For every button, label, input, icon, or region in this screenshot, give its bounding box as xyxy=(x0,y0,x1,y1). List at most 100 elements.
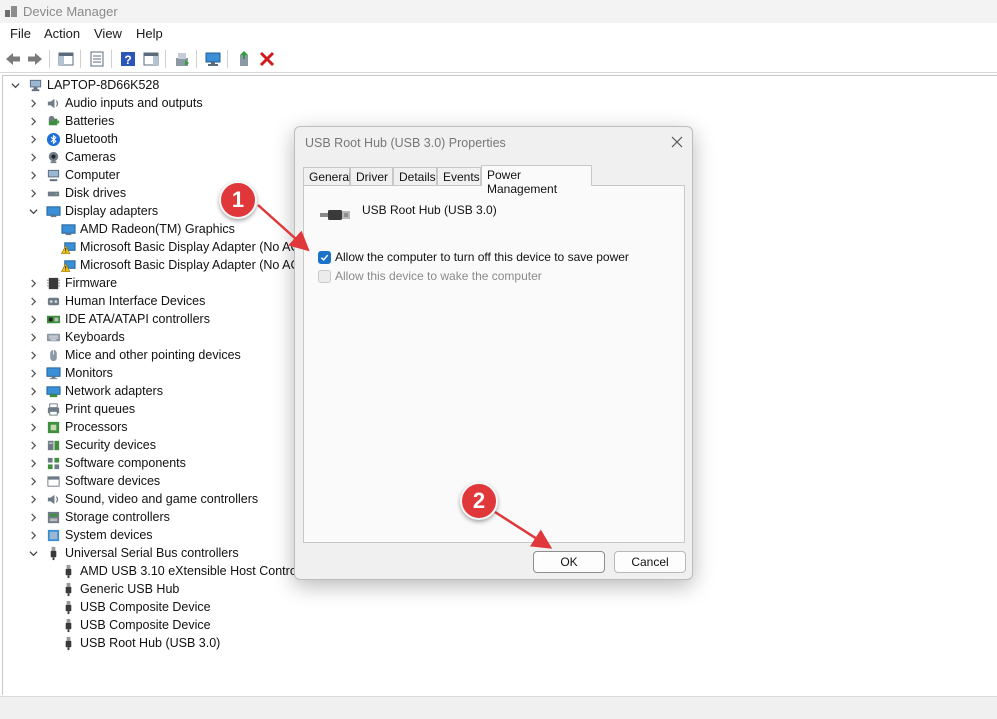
menu-help[interactable]: Help xyxy=(136,26,163,41)
tree-category[interactable]: Processors xyxy=(27,418,128,436)
chevron-right-icon[interactable] xyxy=(27,511,39,523)
chevron-right-icon[interactable] xyxy=(27,115,39,127)
device-manager-icon xyxy=(5,6,17,17)
tree-device[interactable]: AMD USB 3.10 eXtensible Host Controller xyxy=(46,562,313,580)
back-button[interactable] xyxy=(3,49,23,69)
chevron-right-icon[interactable] xyxy=(27,187,39,199)
add-driver-button[interactable] xyxy=(234,49,254,69)
tree-category[interactable]: Software devices xyxy=(27,472,160,490)
tree-device[interactable]: USB Composite Device xyxy=(46,598,211,616)
tab-general[interactable]: General xyxy=(303,167,352,185)
uninstall-device-button[interactable] xyxy=(257,49,277,69)
chevron-down-icon[interactable] xyxy=(27,547,39,559)
tree-category[interactable]: Print queues xyxy=(27,400,135,418)
menu-file[interactable]: File xyxy=(10,26,31,41)
display-adapter-icon xyxy=(45,203,61,219)
tree-category[interactable]: Computer xyxy=(27,166,120,184)
properties-icon xyxy=(90,51,104,67)
tree-item-label: Network adapters xyxy=(65,384,163,398)
chevron-down-icon[interactable] xyxy=(27,205,39,217)
tree-category[interactable]: Cameras xyxy=(27,148,116,166)
tree-category[interactable]: Security devices xyxy=(27,436,156,454)
tree-item-label: USB Composite Device xyxy=(80,600,211,614)
tree-category[interactable]: System devices xyxy=(27,526,153,544)
tree-category[interactable]: IDE ATA/ATAPI controllers xyxy=(27,310,210,328)
allow-turn-off-option[interactable]: Allow the computer to turn off this devi… xyxy=(318,250,629,264)
tree-item-label: Disk drives xyxy=(65,186,127,200)
chevron-right-icon[interactable] xyxy=(27,403,39,415)
allow-turn-off-checkbox[interactable] xyxy=(318,250,331,264)
tree-item-label: Software devices xyxy=(65,474,161,488)
add-driver-icon xyxy=(240,51,248,66)
tree-root[interactable]: LAPTOP-8D66K528 xyxy=(9,76,159,94)
tree-item-label: Audio inputs and outputs xyxy=(65,96,203,110)
chevron-right-icon[interactable] xyxy=(27,349,39,361)
chevron-right-icon[interactable] xyxy=(27,439,39,451)
chevron-right-icon[interactable] xyxy=(27,313,39,325)
tree-category[interactable]: Display adapters xyxy=(27,202,158,220)
tree-device[interactable]: Generic USB Hub xyxy=(46,580,179,598)
properties-button[interactable] xyxy=(87,49,107,69)
tree-category[interactable]: Sound, video and game controllers xyxy=(27,490,258,508)
chevron-right-icon[interactable] xyxy=(27,331,39,343)
tree-category[interactable]: Audio inputs and outputs xyxy=(27,94,203,112)
tree-category[interactable]: Monitors xyxy=(27,364,113,382)
tree-category[interactable]: Bluetooth xyxy=(27,130,118,148)
chevron-right-icon[interactable] xyxy=(27,493,39,505)
tree-category[interactable]: Keyboards xyxy=(27,328,125,346)
usb-icon xyxy=(45,545,61,561)
back-arrow-icon xyxy=(6,53,20,65)
chevron-right-icon[interactable] xyxy=(27,529,39,541)
action-pane-button[interactable] xyxy=(141,49,161,69)
allow-wake-option: Allow this device to wake the computer xyxy=(318,269,542,283)
tree-category[interactable]: Storage controllers xyxy=(27,508,170,526)
scan-hardware-button[interactable] xyxy=(203,49,223,69)
menu-action[interactable]: Action xyxy=(44,26,80,41)
tree-device[interactable]: AMD Radeon(TM) Graphics xyxy=(46,220,235,238)
chevron-right-icon[interactable] xyxy=(27,169,39,181)
dialog-close-button[interactable] xyxy=(668,133,686,151)
tree-category[interactable]: Mice and other pointing devices xyxy=(27,346,241,364)
tree-category[interactable]: Human Interface Devices xyxy=(27,292,205,310)
remove-x-icon xyxy=(259,51,275,67)
tab-details[interactable]: Details xyxy=(393,167,437,185)
chevron-right-icon[interactable] xyxy=(27,295,39,307)
chevron-right-icon[interactable] xyxy=(27,421,39,433)
chevron-right-icon[interactable] xyxy=(27,97,39,109)
keyboard-icon xyxy=(45,329,61,345)
forward-button[interactable] xyxy=(25,49,45,69)
tree-category[interactable]: Universal Serial Bus controllers xyxy=(27,544,239,562)
tree-category[interactable]: Disk drives xyxy=(27,184,126,202)
tree-category[interactable]: Firmware xyxy=(27,274,117,292)
tree-category[interactable]: Batteries xyxy=(27,112,114,130)
show-hide-console-tree-button[interactable] xyxy=(56,49,76,69)
tree-category[interactable]: Software components xyxy=(27,454,186,472)
tree-device[interactable]: Microsoft Basic Display Adapter (No ACPI… xyxy=(46,238,316,256)
cancel-button[interactable]: Cancel xyxy=(614,551,686,573)
chevron-right-icon[interactable] xyxy=(27,457,39,469)
update-driver-icon xyxy=(176,53,189,66)
ok-button[interactable]: OK xyxy=(533,551,605,573)
toolbar-separator xyxy=(165,50,166,68)
chevron-down-icon[interactable] xyxy=(9,79,21,91)
chevron-right-icon[interactable] xyxy=(27,277,39,289)
tree-device[interactable]: USB Composite Device xyxy=(46,616,211,634)
chevron-right-icon[interactable] xyxy=(27,151,39,163)
chevron-right-icon[interactable] xyxy=(27,133,39,145)
title-bar: Device Manager xyxy=(0,0,997,23)
tab-events[interactable]: Events xyxy=(437,167,481,185)
tab-driver[interactable]: Driver xyxy=(350,167,393,185)
mouse-icon xyxy=(45,347,61,363)
speaker-icon xyxy=(45,491,61,507)
update-driver-button[interactable] xyxy=(172,49,192,69)
tree-category[interactable]: Network adapters xyxy=(27,382,163,400)
tree-device[interactable]: USB Root Hub (USB 3.0) xyxy=(46,634,220,652)
chevron-right-icon[interactable] xyxy=(27,475,39,487)
help-button[interactable]: ? xyxy=(118,49,138,69)
chevron-right-icon[interactable] xyxy=(27,385,39,397)
menu-view[interactable]: View xyxy=(94,26,122,41)
tab-power-management[interactable]: Power Management xyxy=(481,165,592,196)
tree-item-label: Microsoft Basic Display Adapter (No ACPI… xyxy=(80,240,316,254)
tree-device[interactable]: Microsoft Basic Display Adapter (No ACPI… xyxy=(46,256,316,274)
chevron-right-icon[interactable] xyxy=(27,367,39,379)
